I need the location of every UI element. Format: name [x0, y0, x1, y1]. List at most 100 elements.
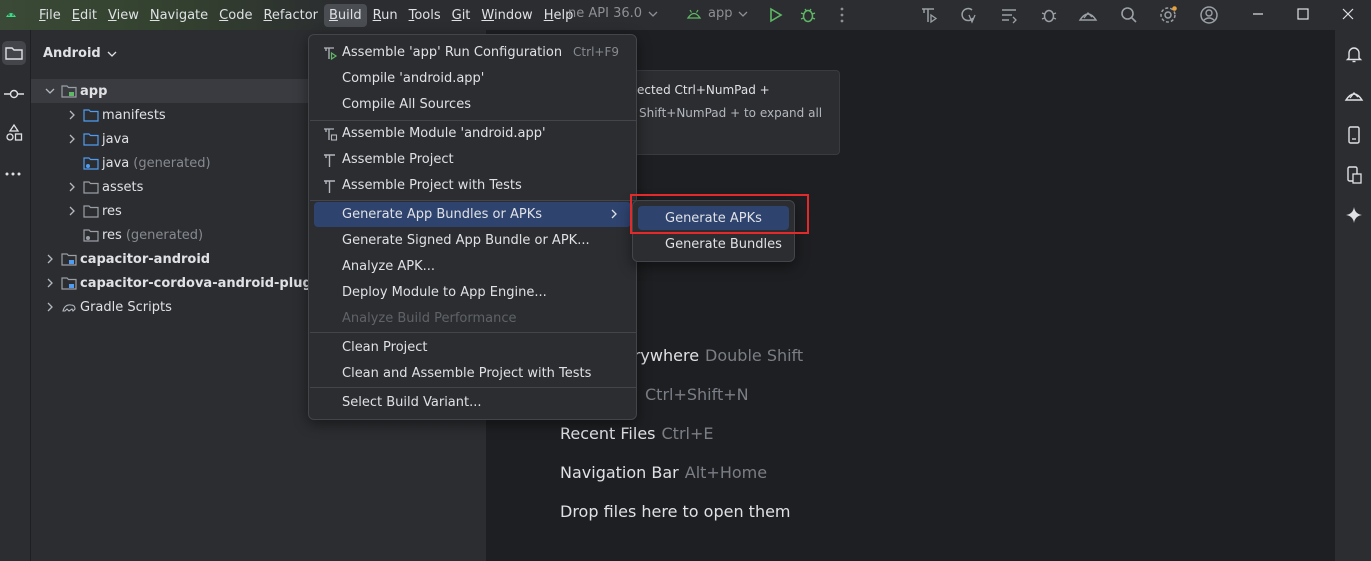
tooltip-line-2: Shift+NumPad + to expand all [639, 106, 823, 120]
project-view-selector[interactable]: Android [43, 46, 117, 61]
menu-assemble-app-run-configuration[interactable]: Assemble 'app' Run Configuration Ctrl+F9 [314, 40, 631, 65]
chevron-right-icon[interactable] [65, 132, 79, 146]
build-module-icon [324, 128, 338, 141]
build-run-icon[interactable] [919, 5, 939, 25]
run-config-label: app [708, 6, 733, 21]
tree-item-gradle-scripts[interactable]: Gradle Scripts [43, 295, 172, 319]
menu-edit[interactable]: Edit [67, 4, 102, 27]
chevron-right-icon[interactable] [65, 108, 79, 122]
tree-item-java-generated[interactable]: java (generated) [83, 151, 211, 175]
menu-tools[interactable]: Tools [404, 4, 446, 27]
device-selector[interactable]: ne API 36.0 [568, 6, 658, 21]
tree-item-capacitor-cordova-android-plugins[interactable]: capacitor-cordova-android-plugins [43, 271, 333, 295]
menu-separator [310, 387, 637, 388]
tree-item-res-generated[interactable]: res (generated) [83, 223, 203, 247]
app-inspection-icon[interactable] [1039, 5, 1059, 25]
project-structure-icon[interactable] [999, 5, 1019, 25]
menu-deploy-module-app-engine[interactable]: Deploy Module to App Engine... [314, 280, 631, 305]
menu-clean-project[interactable]: Clean Project [314, 335, 631, 360]
tree-item-label: Gradle Scripts [80, 299, 172, 315]
hammer-icon [324, 154, 335, 167]
run-config-selector[interactable]: app [686, 6, 748, 21]
chevron-right-icon[interactable] [65, 204, 79, 218]
menu-compile-android-app[interactable]: Compile 'android.app' [314, 66, 631, 91]
chevron-right-icon[interactable] [43, 276, 57, 290]
module-folder-icon [61, 277, 77, 290]
menu-assemble-project[interactable]: Assemble Project [314, 147, 631, 172]
annotation-highlight-box [630, 194, 809, 234]
tree-item-res[interactable]: res [65, 199, 122, 223]
tree-item-assets[interactable]: assets [65, 175, 143, 199]
submenu-generate-bundles[interactable]: Generate Bundles [638, 232, 789, 256]
close-icon[interactable] [1340, 6, 1356, 22]
chevron-right-icon[interactable] [43, 252, 57, 266]
search-icon[interactable] [1119, 5, 1139, 25]
hint-search-everywhere: erywhere Double Shift [624, 346, 804, 365]
chevron-right-icon[interactable] [43, 300, 57, 314]
menu-analyze-build-performance: Analyze Build Performance [342, 311, 517, 326]
menu-build[interactable]: Build [324, 3, 367, 27]
android-studio-logo-icon[interactable] [4, 7, 18, 21]
device-explorer-icon[interactable] [1344, 165, 1364, 185]
menu-run[interactable]: Run [368, 4, 403, 27]
commit-tool-button[interactable] [2, 82, 26, 106]
tree-item-label: capacitor-cordova-android-plugins [80, 275, 334, 291]
tree-item-label: java [102, 131, 130, 147]
tree-item-label: res [102, 203, 122, 219]
hint-recent-files: Recent Files Ctrl+E [560, 424, 714, 443]
menu-select-build-variant[interactable]: Select Build Variant... [314, 390, 631, 415]
menu-git[interactable]: Git [447, 4, 476, 27]
menu-assemble-project-with-tests[interactable]: Assemble Project with Tests [314, 173, 631, 198]
tree-item-capacitor-android[interactable]: capacitor-android [43, 247, 210, 271]
menu-separator [310, 200, 637, 201]
menu-generate-signed-app-bundle[interactable]: Generate Signed App Bundle or APK... [314, 228, 631, 253]
tree-item-label: assets [102, 179, 144, 195]
device-manager-icon[interactable] [1344, 85, 1364, 105]
tree-item-label: res [102, 227, 122, 243]
menu-assemble-module[interactable]: Assemble Module 'android.app' [314, 121, 631, 146]
device-manager-icon[interactable] [1078, 5, 1098, 25]
tree-item-java[interactable]: java [65, 127, 129, 151]
tree-item-app[interactable]: app [31, 79, 308, 103]
chevron-down-icon[interactable] [43, 84, 57, 98]
folder-icon [83, 181, 99, 194]
minimize-icon[interactable] [1250, 6, 1266, 22]
commit-icon [4, 89, 24, 99]
generated-folder-icon [83, 229, 99, 242]
menu-view[interactable]: View [103, 4, 144, 27]
gemini-sparkle-icon[interactable] [1344, 205, 1364, 225]
tree-item-label: manifests [102, 107, 166, 123]
module-folder-icon [61, 85, 77, 98]
folder-icon [83, 205, 99, 218]
more-tools-button[interactable] [2, 161, 26, 185]
account-avatar-icon[interactable] [1199, 5, 1219, 25]
tree-item-manifests[interactable]: manifests [65, 103, 166, 127]
chevron-right-icon [611, 209, 617, 219]
tree-item-suffix: (generated) [125, 227, 204, 243]
run-icon[interactable] [765, 5, 785, 25]
notifications-bell-icon[interactable] [1344, 44, 1364, 64]
menu-file[interactable]: File [34, 4, 66, 27]
menu-analyze-apk[interactable]: Analyze APK... [314, 254, 631, 279]
menu-navigate[interactable]: Navigate [145, 4, 213, 27]
module-folder-icon [61, 253, 77, 266]
title-bar: File Edit View Navigate Code Refactor Bu… [0, 0, 1371, 30]
tooltip-line-1: ected Ctrl+NumPad + [637, 83, 770, 97]
right-tool-strip [1334, 30, 1371, 561]
project-tool-button[interactable] [2, 41, 26, 65]
left-tool-strip [0, 30, 31, 561]
menu-generate-app-bundles-or-apks[interactable]: Generate App Bundles or APKs [314, 202, 631, 227]
menu-refactor[interactable]: Refactor [258, 4, 323, 27]
sync-gradle-icon[interactable] [958, 5, 978, 25]
debug-icon[interactable] [798, 5, 818, 25]
more-vertical-icon[interactable] [832, 5, 852, 25]
running-devices-icon[interactable] [1344, 125, 1364, 145]
settings-gear-icon[interactable] [1158, 5, 1178, 25]
maximize-icon[interactable] [1295, 6, 1311, 22]
menu-code[interactable]: Code [214, 4, 257, 27]
menu-compile-all-sources[interactable]: Compile All Sources [314, 92, 631, 117]
resource-manager-tool-button[interactable] [2, 121, 26, 145]
menu-clean-and-assemble-project[interactable]: Clean and Assemble Project with Tests [314, 361, 631, 386]
chevron-right-icon[interactable] [65, 180, 79, 194]
menu-window[interactable]: Window [476, 4, 537, 27]
